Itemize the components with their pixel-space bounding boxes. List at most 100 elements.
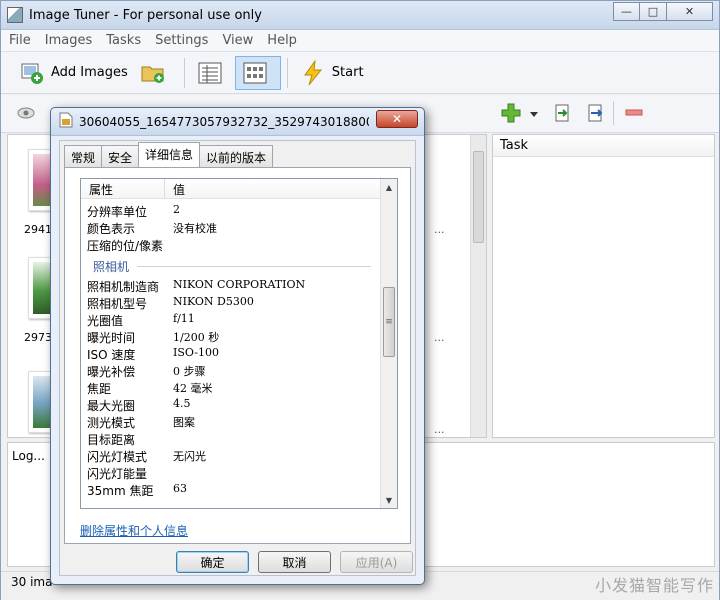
eye-icon[interactable] bbox=[17, 107, 35, 122]
cancel-button[interactable]: 取消 bbox=[258, 551, 331, 573]
thumbnail-ellipsis: ... bbox=[434, 331, 445, 344]
property-row[interactable]: 最大光圈 4.5 bbox=[81, 397, 381, 414]
thumbnail-ellipsis: ... bbox=[434, 223, 445, 236]
property-value: 42 毫米 bbox=[173, 382, 213, 395]
app-icon bbox=[7, 7, 23, 23]
property-row[interactable]: 照相机型号 NIKON D5300 bbox=[81, 295, 381, 312]
add-image-icon bbox=[19, 60, 45, 86]
watermark-text: 小发猫智能写作 bbox=[594, 576, 714, 595]
property-row[interactable]: 曝光补偿 0 步骤 bbox=[81, 363, 381, 380]
log-label: Log... bbox=[12, 449, 45, 463]
thumbnail-view-button[interactable] bbox=[234, 55, 281, 90]
dropdown-arrow-icon[interactable] bbox=[529, 107, 539, 121]
property-row[interactable]: 闪光灯能量 bbox=[81, 465, 381, 482]
group-header-camera: 照相机 bbox=[81, 254, 381, 278]
maximize-button[interactable]: □ bbox=[640, 2, 667, 21]
file-icon bbox=[59, 112, 73, 131]
details-view-button[interactable] bbox=[191, 56, 235, 90]
property-name: 颜色表示 bbox=[87, 222, 136, 236]
thumbnail-ellipsis: ... bbox=[434, 423, 445, 436]
property-row[interactable]: 压缩的位/像素 bbox=[81, 237, 381, 254]
property-row[interactable]: 目标距离 bbox=[81, 431, 381, 448]
grid-view-icon bbox=[242, 60, 268, 86]
property-row[interactable]: 光圈值 f/11 bbox=[81, 312, 381, 329]
property-value bbox=[165, 237, 173, 254]
property-rows: 分辨率单位 2 颜色表示 没有校准 压缩的位/像素 照相机 照相机制造商 NIKON CORP… bbox=[81, 203, 381, 499]
column-header-value[interactable]: 值 bbox=[165, 179, 397, 198]
property-name: 闪光灯模式 bbox=[87, 450, 148, 464]
grid-header: 属性 值 bbox=[81, 179, 397, 199]
task-column-header[interactable]: Task bbox=[493, 135, 714, 157]
property-name: 压缩的位/像素 bbox=[87, 239, 164, 253]
tab-general[interactable]: 常规 bbox=[64, 145, 103, 167]
close-button[interactable]: ✕ bbox=[667, 2, 713, 21]
property-value bbox=[165, 431, 173, 448]
thumbnails-scrollbar[interactable] bbox=[470, 135, 486, 437]
add-images-button[interactable]: Add Images bbox=[13, 56, 134, 90]
title-bar[interactable]: Image Tuner - For personal use only — □ … bbox=[1, 1, 719, 30]
property-grid-scrollbar[interactable]: ▲ ≡ ▼ bbox=[380, 179, 397, 508]
tab-strip: 常规 安全 详细信息 以前的版本 bbox=[64, 142, 274, 167]
status-text: 30 ima bbox=[11, 575, 53, 589]
ok-button[interactable]: 确定 bbox=[176, 551, 249, 573]
property-value: 4.5 bbox=[173, 397, 191, 410]
property-value: ISO-100 bbox=[173, 346, 220, 359]
property-row[interactable]: 测光模式 图案 bbox=[81, 414, 381, 431]
remove-task-icon[interactable] bbox=[625, 107, 643, 121]
remove-properties-link[interactable]: 删除属性和个人信息 bbox=[80, 522, 188, 539]
minimize-button[interactable]: — bbox=[613, 2, 640, 21]
property-value: NIKON D5300 bbox=[173, 295, 254, 308]
property-row[interactable]: 颜色表示 没有校准 bbox=[81, 220, 381, 237]
group-divider bbox=[137, 265, 371, 267]
property-name: 目标距离 bbox=[87, 433, 136, 447]
tab-security[interactable]: 安全 bbox=[101, 145, 140, 167]
add-folder-button[interactable] bbox=[134, 56, 178, 90]
menu-settings[interactable]: Settings bbox=[155, 33, 208, 48]
import-icon[interactable] bbox=[554, 104, 572, 125]
dialog-close-button[interactable]: ✕ bbox=[376, 110, 418, 128]
task-pane: Task bbox=[492, 134, 715, 438]
scrollbar-thumb[interactable]: ≡ bbox=[383, 287, 395, 357]
property-name: ISO 速度 bbox=[87, 348, 136, 362]
property-value: 63 bbox=[173, 482, 187, 495]
property-row[interactable]: 35mm 焦距 63 bbox=[81, 482, 381, 499]
menu-view[interactable]: View bbox=[222, 33, 253, 48]
menu-tasks[interactable]: Tasks bbox=[106, 33, 141, 48]
property-grid[interactable]: 属性 值 分辨率单位 2 颜色表示 没有校准 压缩的位/像素 照相机 照相机制造商 NIKON… bbox=[80, 178, 398, 509]
property-row[interactable]: 分辨率单位 2 bbox=[81, 203, 381, 220]
scroll-down-icon[interactable]: ▼ bbox=[381, 492, 397, 508]
start-button[interactable]: Start bbox=[294, 56, 370, 90]
property-value: NIKON CORPORATION bbox=[173, 278, 306, 291]
property-name: 焦距 bbox=[87, 382, 112, 396]
apply-button[interactable]: 应用(A) bbox=[340, 551, 413, 573]
property-name: 分辨率单位 bbox=[87, 205, 148, 219]
property-name: 曝光补偿 bbox=[87, 365, 136, 379]
add-task-icon[interactable] bbox=[501, 103, 521, 126]
toolbar: Add Images Start bbox=[1, 52, 719, 94]
scroll-up-icon[interactable]: ▲ bbox=[381, 179, 397, 195]
property-name: 曝光时间 bbox=[87, 331, 136, 345]
menu-help[interactable]: Help bbox=[267, 33, 297, 48]
scrollbar-thumb[interactable] bbox=[473, 151, 484, 243]
property-row[interactable]: ISO 速度 ISO-100 bbox=[81, 346, 381, 363]
property-row[interactable]: 照相机制造商 NIKON CORPORATION bbox=[81, 278, 381, 295]
toolbar-separator bbox=[613, 101, 614, 125]
property-row[interactable]: 曝光时间 1/200 秒 bbox=[81, 329, 381, 346]
property-value bbox=[165, 465, 173, 482]
dialog-title-bar[interactable]: 30604055_1654773057932732_35297430188001… bbox=[51, 108, 424, 136]
dialog-buttons: 确定 取消 应用(A) bbox=[176, 551, 422, 573]
export-icon[interactable] bbox=[587, 104, 605, 125]
property-row[interactable]: 焦距 42 毫米 bbox=[81, 380, 381, 397]
property-name: 照相机型号 bbox=[87, 297, 148, 311]
toolbar-separator bbox=[286, 57, 288, 88]
property-value: 没有校准 bbox=[173, 222, 217, 235]
tab-details[interactable]: 详细信息 bbox=[138, 142, 201, 167]
list-view-icon bbox=[197, 60, 223, 86]
column-header-property[interactable]: 属性 bbox=[81, 179, 165, 198]
dialog-body: 常规 安全 详细信息 以前的版本 属性 值 分辨率单位 2 颜色表示 没有校准 压缩的位… bbox=[59, 140, 416, 576]
property-row[interactable]: 闪光灯模式 无闪光 bbox=[81, 448, 381, 465]
menu-file[interactable]: File bbox=[9, 33, 31, 48]
tab-previous-versions[interactable]: 以前的版本 bbox=[199, 145, 274, 167]
menu-images[interactable]: Images bbox=[45, 33, 93, 48]
property-name: 最大光圈 bbox=[87, 399, 136, 413]
